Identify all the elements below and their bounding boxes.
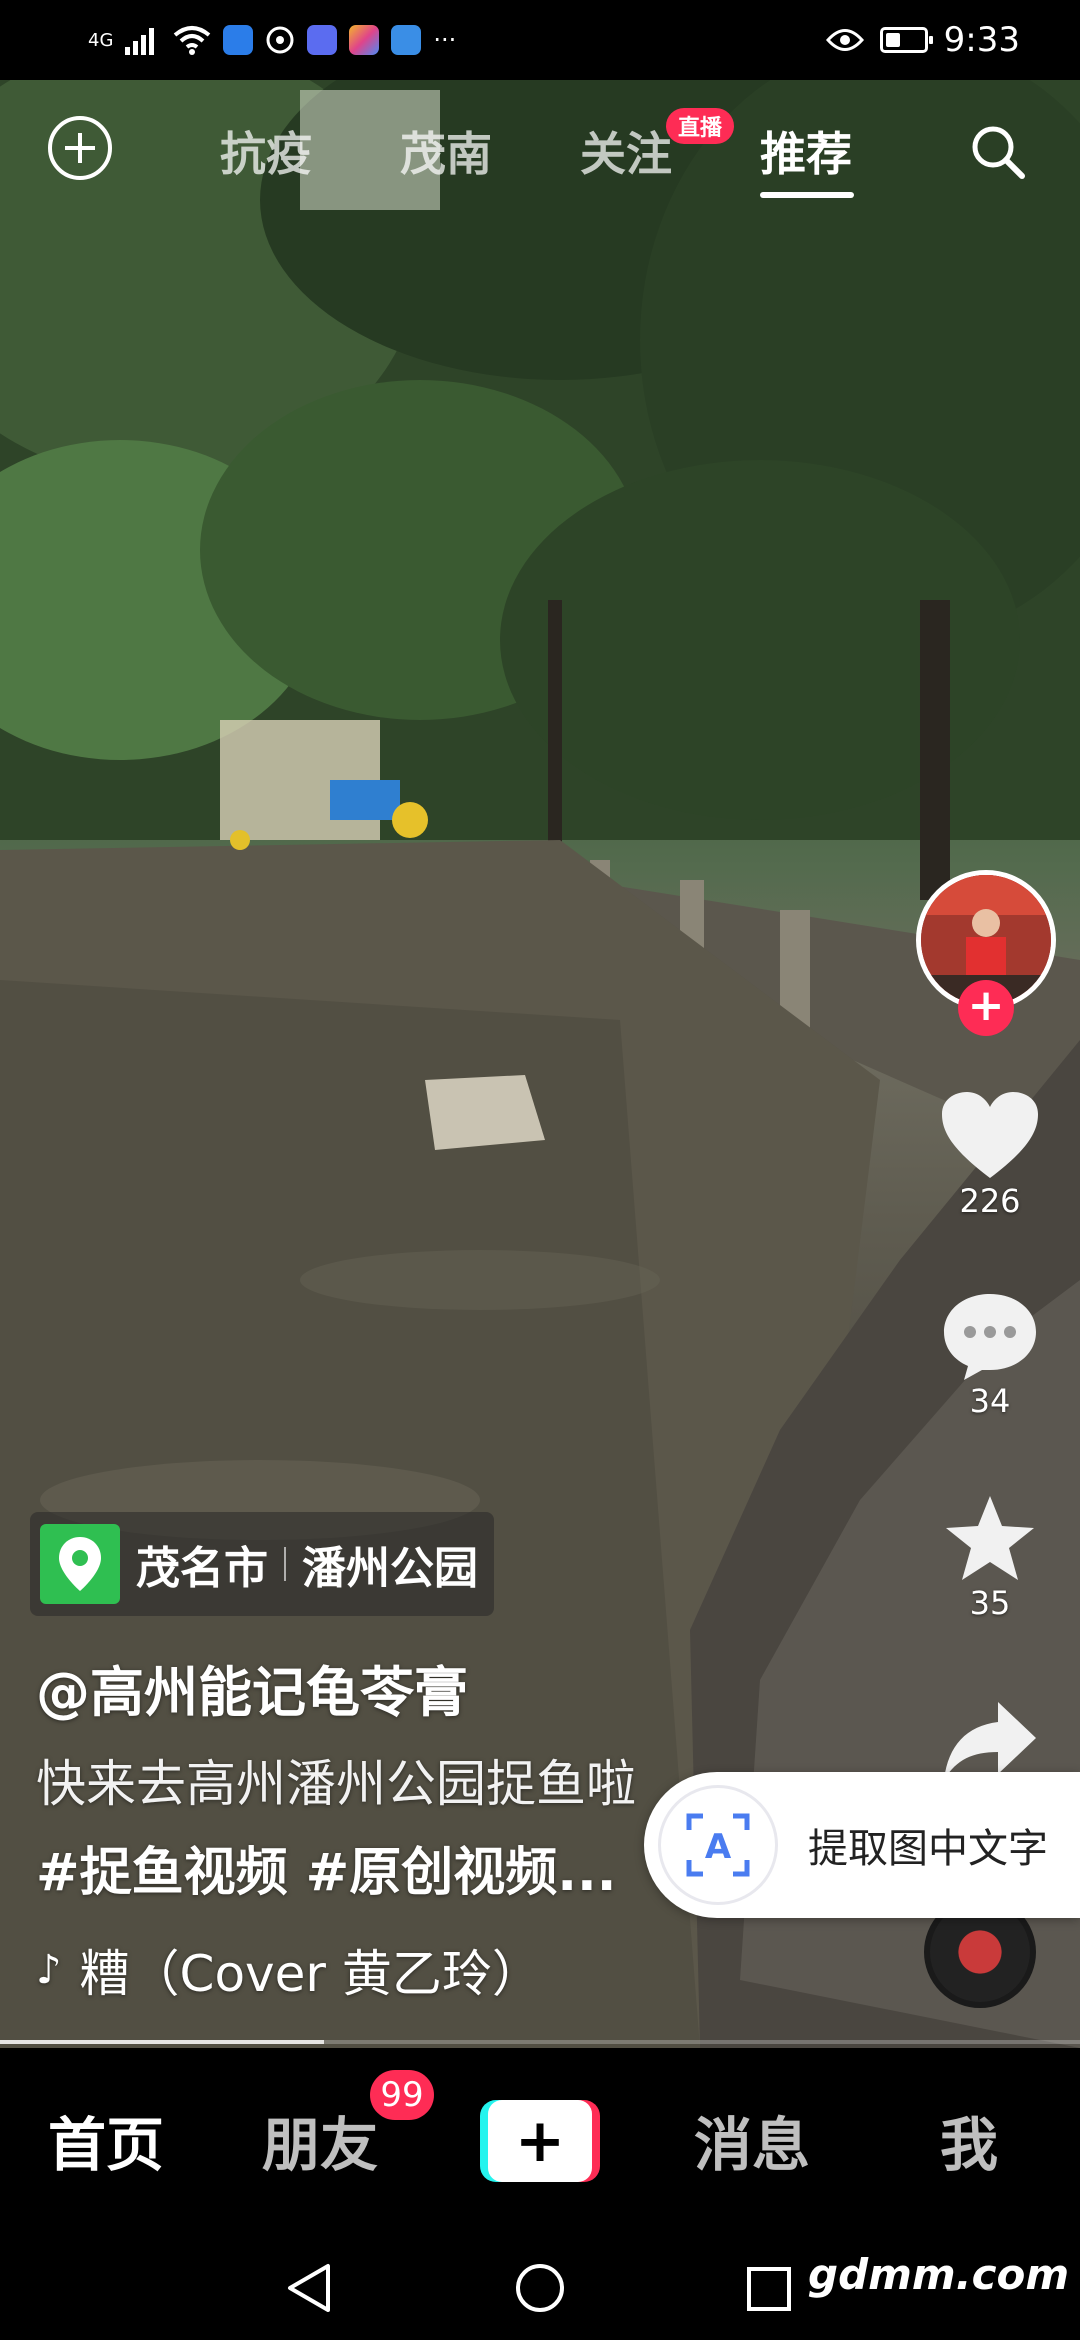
recents-icon[interactable] bbox=[746, 2266, 792, 2312]
hashtags[interactable]: #捉鱼视频 #原创视频... bbox=[36, 1830, 617, 1905]
battery-icon bbox=[879, 27, 933, 53]
nav-home[interactable]: 首页 bbox=[48, 2098, 164, 2182]
text-recognition-icon: A bbox=[658, 1785, 778, 1905]
location-city: 茂名市 bbox=[136, 1543, 268, 1594]
shield-app-icon bbox=[223, 25, 254, 55]
status-bar: 4G ··· 9:33 bbox=[0, 0, 1080, 80]
video-description: 快来去高州潘州公园捉鱼啦 bbox=[36, 1755, 636, 1813]
like-action[interactable]: 226 bbox=[930, 1090, 1050, 1220]
comment-action[interactable]: 34 bbox=[930, 1290, 1050, 1420]
tab-recommend[interactable]: 推荐 bbox=[760, 118, 852, 184]
extract-text-label: 提取图中文字 bbox=[808, 1826, 1048, 1872]
location-pin-icon bbox=[40, 1524, 120, 1604]
network-type: 4G bbox=[88, 29, 114, 51]
star-icon bbox=[946, 1496, 1034, 1580]
favorite-action[interactable]: 35 bbox=[930, 1492, 1050, 1622]
music-app-icon bbox=[307, 25, 338, 55]
more-notifications: ··· bbox=[433, 26, 457, 54]
search-icon[interactable] bbox=[966, 120, 1030, 184]
nav-messages[interactable]: 消息 bbox=[694, 2098, 810, 2182]
text-recognition-glyph: A bbox=[705, 1827, 732, 1867]
extract-text-popup[interactable]: A 提取图中文字 bbox=[644, 1772, 1080, 1918]
nav-me[interactable]: 我 bbox=[940, 2098, 998, 2182]
follow-button[interactable]: + bbox=[958, 980, 1014, 1036]
music-note-icon: ♪ bbox=[36, 1947, 62, 1993]
top-navigation: 抗疫 茂南 关注 直播 推荐 bbox=[0, 80, 1080, 220]
music-title: 糟（Cover 黄乙玲） bbox=[79, 1945, 542, 2003]
active-tab-indicator bbox=[760, 192, 854, 198]
heart-icon bbox=[942, 1092, 1038, 1178]
back-icon[interactable] bbox=[286, 2262, 334, 2314]
music-info[interactable]: ♪ 糟（Cover 黄乙玲） bbox=[36, 1934, 542, 2006]
colorful-app-icon bbox=[349, 25, 380, 55]
nav-friends[interactable]: 朋友 bbox=[262, 2098, 378, 2182]
friends-badge: 99 bbox=[370, 2070, 434, 2120]
location-divider bbox=[284, 1547, 286, 1581]
vpn-icon bbox=[266, 26, 294, 54]
tab-following[interactable]: 关注 bbox=[580, 118, 672, 184]
weather-app-icon bbox=[391, 25, 422, 55]
signal-icon bbox=[125, 28, 155, 55]
like-count: 226 bbox=[959, 1182, 1021, 1220]
plus-icon: + bbox=[514, 2106, 566, 2176]
wifi-icon bbox=[174, 26, 211, 55]
home-icon[interactable] bbox=[514, 2262, 566, 2314]
video-progress-bar[interactable] bbox=[0, 2040, 1080, 2044]
comment-count: 34 bbox=[969, 1382, 1011, 1420]
author-name[interactable]: @高州能记龟苓膏 bbox=[36, 1648, 468, 1727]
add-circle-icon[interactable] bbox=[48, 116, 112, 180]
tab-maonan[interactable]: 茂南 bbox=[400, 118, 492, 184]
video-progress-fill bbox=[0, 2040, 324, 2044]
location-tag[interactable]: 茂名市 潘州公园 bbox=[30, 1512, 494, 1616]
live-badge: 直播 bbox=[666, 108, 735, 144]
favorite-count: 35 bbox=[969, 1584, 1011, 1622]
clock: 9:33 bbox=[943, 20, 1020, 60]
watermark: gdmm.com bbox=[808, 2250, 1070, 2299]
location-place: 潘州公园 bbox=[302, 1543, 478, 1594]
comment-icon bbox=[944, 1294, 1036, 1380]
bottom-navigation: 首页 朋友 99 + 消息 我 bbox=[0, 2048, 1080, 2232]
eye-comfort-icon bbox=[825, 29, 864, 51]
create-button[interactable]: + bbox=[480, 2100, 600, 2182]
tab-kangyi[interactable]: 抗疫 bbox=[220, 118, 312, 184]
